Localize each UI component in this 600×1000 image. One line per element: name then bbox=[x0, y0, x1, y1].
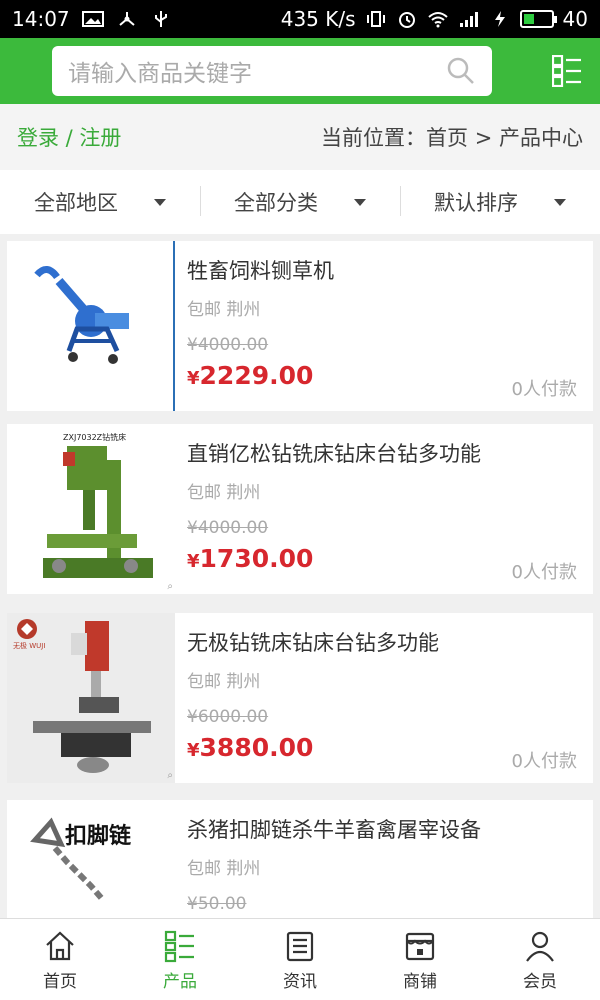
bottom-tab-bar: 首页 产品 资讯 商铺 会员 bbox=[0, 918, 600, 1000]
caret-down-icon bbox=[354, 198, 366, 206]
zoom-icon: ⌕ bbox=[167, 581, 173, 592]
signal-icon bbox=[459, 12, 478, 27]
product-list-icon bbox=[164, 930, 194, 963]
original-price: ¥6000.00 bbox=[187, 707, 269, 727]
breadcrumb-row: 登录 / 注册 当前位置：首页 > 产品中心 bbox=[0, 104, 600, 170]
product-card[interactable]: 扣脚链 杀猪扣脚链杀牛羊畜禽屠宰设备 包邮 荆州 ¥50.00 bbox=[7, 800, 593, 918]
product-card[interactable]: 无极 WUJI ⌕ 无极钻铣床钻床台钻多功能 包邮 荆州 ¥6000.00 ¥3… bbox=[7, 613, 593, 783]
tab-home[interactable]: 首页 bbox=[0, 919, 120, 1000]
image-caption: ZXJ7032Z钻铣床 bbox=[63, 433, 127, 442]
product-name: 直销亿松钻铣床钻床台钻多功能 bbox=[187, 442, 481, 466]
alarm-icon bbox=[398, 12, 415, 28]
original-price: ¥50.00 bbox=[187, 894, 247, 914]
paid-count: 0人付款 bbox=[511, 751, 577, 772]
paid-count: 0人付款 bbox=[511, 379, 577, 400]
original-price: ¥4000.00 bbox=[187, 335, 269, 355]
user-icon bbox=[526, 931, 554, 962]
tab-products[interactable]: 产品 bbox=[120, 919, 240, 1000]
charging-icon bbox=[494, 11, 505, 27]
tab-label: 资讯 bbox=[283, 972, 317, 992]
zoom-icon: ⌕ bbox=[167, 770, 173, 781]
breadcrumb: 当前位置：首页 > 产品中心 bbox=[321, 126, 583, 150]
login-register-link[interactable]: 登录 / 注册 bbox=[17, 122, 121, 152]
battery-icon bbox=[519, 10, 557, 28]
filter-label: 默认排序 bbox=[434, 191, 518, 215]
tab-label: 商铺 bbox=[403, 972, 437, 992]
image-caption: 扣脚链 bbox=[65, 823, 132, 849]
home-icon bbox=[46, 931, 74, 961]
shop-icon bbox=[405, 932, 435, 961]
clock: 14:07 bbox=[12, 7, 70, 31]
product-location: 包邮 荆州 bbox=[187, 483, 261, 503]
wifi-icon bbox=[427, 12, 448, 28]
tab-label: 产品 bbox=[163, 972, 197, 992]
header: 请输入商品关键字 bbox=[0, 38, 600, 104]
image-caption: 无极 WUJI bbox=[13, 642, 46, 650]
tab-member[interactable]: 会员 bbox=[480, 919, 600, 1000]
caret-down-icon bbox=[154, 198, 166, 206]
original-price: ¥4000.00 bbox=[187, 518, 269, 538]
product-image: ZXJ7032Z钻铣床 ⌕ bbox=[7, 424, 175, 594]
product-location: 包邮 荆州 bbox=[187, 859, 261, 879]
product-list: 牲畜饲料铡草机 包邮 荆州 ¥4000.00 ¥2229.00 0人付款 ZXJ… bbox=[0, 234, 600, 918]
filter-bar: 全部地区 全部分类 默认排序 bbox=[0, 170, 600, 234]
sale-price: ¥1730.00 bbox=[187, 544, 314, 573]
product-location: 包邮 荆州 bbox=[187, 672, 261, 692]
product-image: 无极 WUJI ⌕ bbox=[7, 613, 175, 783]
filter-sort[interactable]: 默认排序 bbox=[400, 170, 600, 234]
product-name: 无极钻铣床钻床台钻多功能 bbox=[187, 631, 439, 655]
filter-region[interactable]: 全部地区 bbox=[0, 170, 200, 234]
vibrate-icon bbox=[366, 11, 385, 27]
filter-label: 全部地区 bbox=[34, 191, 118, 215]
product-image: 扣脚链 bbox=[7, 800, 175, 918]
product-name: 杀猪扣脚链杀牛羊畜禽屠宰设备 bbox=[187, 818, 481, 842]
network-speed: 435 K/s bbox=[280, 7, 356, 31]
search-input[interactable]: 请输入商品关键字 bbox=[52, 46, 492, 96]
caret-down-icon bbox=[554, 198, 566, 206]
image-icon bbox=[81, 11, 104, 27]
grid-list-icon[interactable] bbox=[552, 55, 582, 87]
product-location: 包邮 荆州 bbox=[187, 300, 261, 320]
filter-category[interactable]: 全部分类 bbox=[200, 170, 400, 234]
paid-count: 0人付款 bbox=[511, 562, 577, 583]
tab-news[interactable]: 资讯 bbox=[240, 919, 360, 1000]
news-icon bbox=[286, 931, 314, 962]
product-card[interactable]: ZXJ7032Z钻铣床 ⌕ 直销亿松钻铣床钻床台钻多功能 包邮 荆州 ¥4000… bbox=[7, 424, 593, 594]
sale-price: ¥2229.00 bbox=[187, 361, 314, 390]
battery-level: 40 bbox=[562, 7, 588, 31]
search-placeholder: 请输入商品关键字 bbox=[68, 61, 252, 87]
product-name: 牲畜饲料铡草机 bbox=[187, 259, 334, 283]
tab-label: 会员 bbox=[523, 972, 557, 992]
sale-price: ¥3880.00 bbox=[187, 733, 314, 762]
share-icon bbox=[118, 12, 135, 26]
usb-icon bbox=[154, 11, 167, 27]
filter-label: 全部分类 bbox=[234, 191, 318, 215]
tab-label: 首页 bbox=[43, 972, 77, 992]
tab-shop[interactable]: 商铺 bbox=[360, 919, 480, 1000]
status-bar: 14:07 435 K/s 40 bbox=[0, 0, 600, 38]
product-card[interactable]: 牲畜饲料铡草机 包邮 荆州 ¥4000.00 ¥2229.00 0人付款 bbox=[7, 241, 593, 411]
search-icon[interactable] bbox=[446, 56, 476, 86]
product-image bbox=[7, 241, 175, 411]
